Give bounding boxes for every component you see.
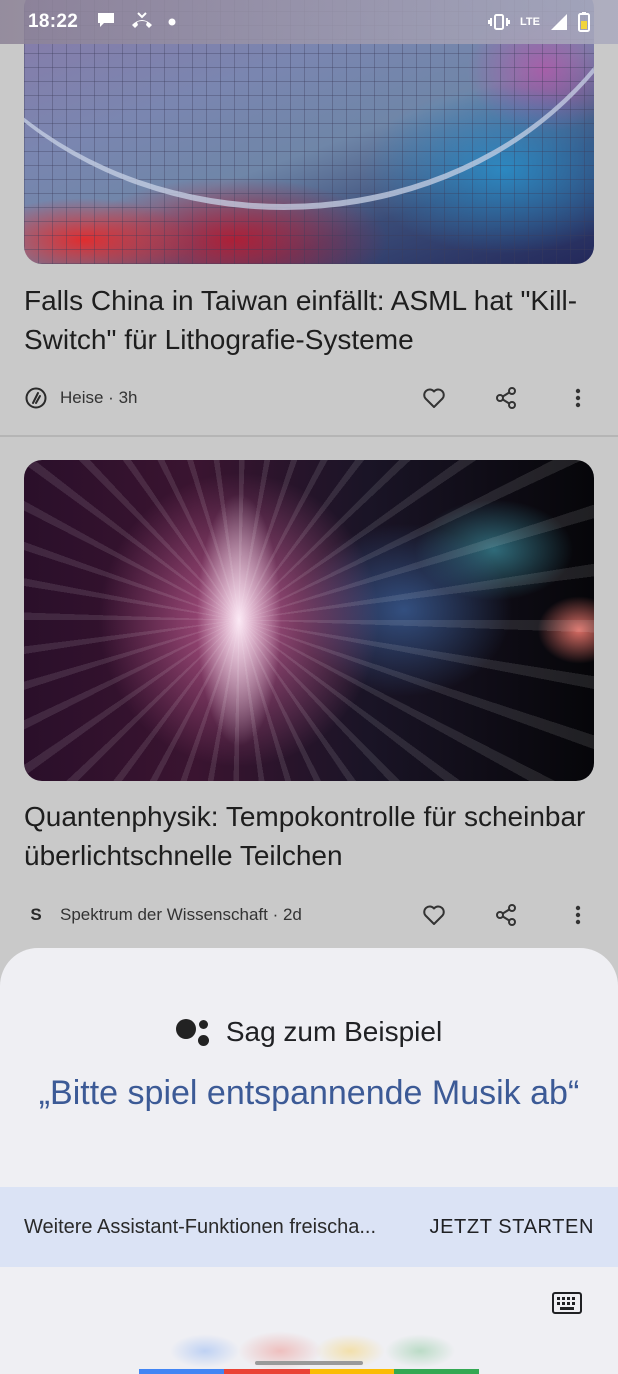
article-meta-row: S Spektrum der Wissenschaft · 2d	[24, 900, 594, 930]
keyboard-icon[interactable]	[550, 1290, 584, 1316]
article-divider	[0, 435, 618, 437]
assistant-header-text: Sag zum Beispiel	[225, 1016, 443, 1047]
assistant-color-bar-yellow	[310, 1369, 394, 1374]
more-options-icon[interactable]	[562, 899, 594, 931]
article-title[interactable]: Quantenphysik: Tempokontrolle für schein…	[24, 797, 594, 875]
gesture-nav-handle[interactable]	[255, 1361, 363, 1365]
battery-icon	[578, 12, 590, 32]
article-actions	[418, 899, 594, 931]
system-icons: LTE	[488, 12, 590, 32]
share-icon[interactable]	[490, 899, 522, 931]
assistant-color-bar-blue	[139, 1369, 224, 1374]
assistant-suggestion[interactable]: „Bitte spiel entspannende Musik ab“	[30, 1072, 588, 1114]
assistant-header: Sag zum Beispiel	[0, 1012, 618, 1052]
assistant-color-bar-green	[394, 1369, 479, 1374]
vibrate-icon	[488, 13, 511, 31]
article-source: Heise · 3h	[60, 388, 138, 407]
lte-icon: LTE	[520, 15, 540, 28]
quantum-rays	[24, 460, 594, 781]
like-heart-icon[interactable]	[418, 382, 450, 414]
missed-call-icon	[130, 11, 154, 34]
status-bar: 18:22 LTE	[0, 0, 618, 44]
google-assistant-icon	[175, 1016, 212, 1048]
like-heart-icon[interactable]	[418, 899, 450, 931]
assistant-color-bar-red	[224, 1369, 310, 1374]
spektrum-logo: S	[30, 905, 42, 924]
promo-text: Weitere Assistant-Funktionen freischa...	[24, 1215, 377, 1238]
assistant-sheet: Sag zum Beispiel „Bitte spiel entspannen…	[0, 948, 618, 1374]
status-time: 18:22	[28, 11, 79, 32]
article-source: Spektrum der Wissenschaft · 2d	[60, 905, 302, 924]
notification-dot-icon	[168, 13, 176, 31]
article-meta-row: Heise · 3h	[24, 383, 594, 413]
article-image-quantum[interactable]	[24, 460, 594, 781]
share-icon[interactable]	[490, 382, 522, 414]
chat-bubble-icon	[96, 11, 116, 34]
notification-icons	[96, 11, 176, 34]
article-title[interactable]: Falls China in Taiwan einfällt: ASML hat…	[24, 281, 594, 359]
assistant-listening-glow	[160, 1316, 460, 1374]
start-now-button[interactable]: JETZT STARTEN	[430, 1216, 594, 1239]
article-actions	[418, 382, 594, 414]
more-options-icon[interactable]	[562, 382, 594, 414]
heise-logo-icon	[24, 386, 48, 410]
assistant-promo-bar[interactable]: Weitere Assistant-Funktionen freischa...…	[0, 1187, 618, 1267]
signal-icon	[550, 13, 568, 31]
